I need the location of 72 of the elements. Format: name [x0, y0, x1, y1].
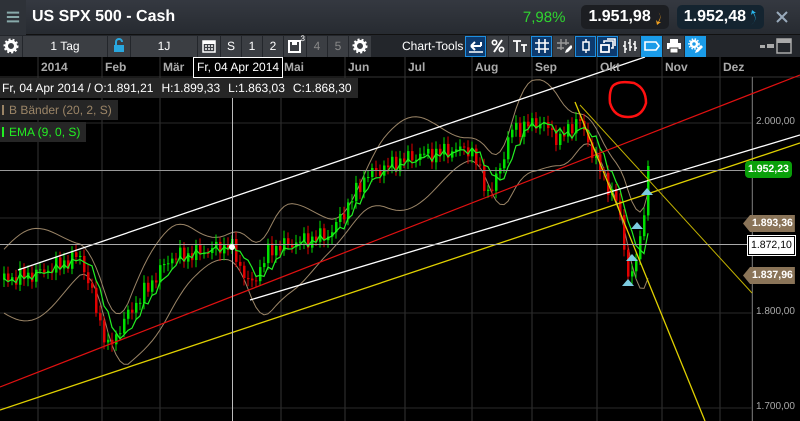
crosshair-point [229, 244, 235, 250]
maximize-button[interactable] [776, 38, 792, 54]
save-button[interactable]: 3 [284, 36, 306, 56]
indicator-legend: EMA (9, 0, S) [9, 122, 80, 142]
chart-tool-button[interactable] [685, 36, 706, 56]
interval-button[interactable]: 1 Tag [23, 36, 107, 56]
lock-button[interactable] [108, 36, 130, 56]
calendar-button[interactable] [198, 36, 220, 56]
print-icon [666, 38, 682, 54]
price-tag: 1.893,36 [743, 215, 795, 232]
month-label: Nov [665, 60, 688, 74]
panel-size-icon [760, 44, 774, 48]
chart-tool-button[interactable] [641, 36, 662, 56]
chart-tools-label: Chart-Tools [402, 39, 464, 53]
signal-marker [622, 279, 634, 286]
signal-marker [631, 222, 643, 229]
lock-icon [111, 38, 127, 54]
grid-pencil-icon [556, 38, 572, 54]
settings-icon [352, 38, 368, 54]
window-title: US SPX 500 - Cash [32, 8, 176, 26]
chart-tool-button[interactable] [575, 36, 596, 56]
signal-marker [626, 254, 638, 261]
chart-tool-button[interactable] [663, 36, 684, 56]
cursor-date-label: Fr, 04 Apr 2014 [193, 57, 284, 78]
price-tag: 1.837,96 [743, 267, 795, 284]
preset-button[interactable]: S [221, 36, 241, 56]
maximize-icon [776, 38, 792, 54]
month-label: 2014 [41, 60, 68, 74]
circle-annotation [608, 80, 648, 118]
settings-pencil-icon [688, 38, 704, 54]
chart-tool-button[interactable] [597, 36, 618, 56]
chart-tool-button[interactable] [531, 36, 552, 56]
percent-icon [490, 38, 506, 54]
chart-tool-button[interactable] [487, 36, 508, 56]
month-label: Sep [535, 60, 558, 74]
menu-icon [6, 9, 20, 25]
indicator-legend: B Bänder (20, 2, S) [9, 100, 112, 120]
month-label: Aug [475, 60, 498, 74]
preset-button[interactable]: 1 [242, 36, 262, 56]
bar-chart-icon [622, 38, 638, 54]
chart-tool-button[interactable] [553, 36, 574, 56]
ohlc-legend: Fr, 04 Apr 2014 / O:1.891,21 H:1.899,33 L:1.863,03 C:1.868,30 [0, 78, 358, 98]
close-icon [774, 9, 790, 25]
settings-button[interactable] [0, 36, 22, 56]
month-label: Jul [408, 60, 426, 74]
price-axis-label: 2.000,00 [756, 116, 795, 127]
grid-icon [534, 38, 550, 54]
sell-price-button[interactable]: 1.951,98 [581, 5, 669, 29]
preset-button[interactable]: 2 [263, 36, 283, 56]
settings-button[interactable] [349, 36, 371, 56]
price-axis-label: 1.800,00 [756, 306, 795, 317]
menu-button[interactable] [0, 0, 26, 34]
buy-price-button[interactable]: 1.952,48 [676, 5, 764, 29]
range-button[interactable]: 1J [131, 36, 197, 56]
layers-icon [600, 38, 616, 54]
month-label: Dez [723, 60, 744, 74]
month-label: Mär [163, 60, 184, 74]
price-axis-label: 1.700,00 [756, 401, 795, 412]
text-size-icon [512, 38, 528, 54]
change-percent: 7,98% [522, 8, 566, 26]
calendar-icon [201, 38, 217, 54]
month-label: Feb [105, 60, 126, 74]
chart-tool-button[interactable] [619, 36, 640, 56]
chart-tool-button[interactable] [509, 36, 530, 56]
month-label: Mai [284, 60, 304, 74]
month-label: Jun [348, 60, 370, 74]
chart-tool-button[interactable] [465, 36, 486, 56]
tag-icon [644, 38, 660, 54]
signal-marker [641, 188, 653, 195]
price-tag: 1.952,23 [745, 161, 792, 178]
cursor-price-label: 1.872,10 [748, 236, 795, 255]
settings-icon [3, 38, 19, 54]
